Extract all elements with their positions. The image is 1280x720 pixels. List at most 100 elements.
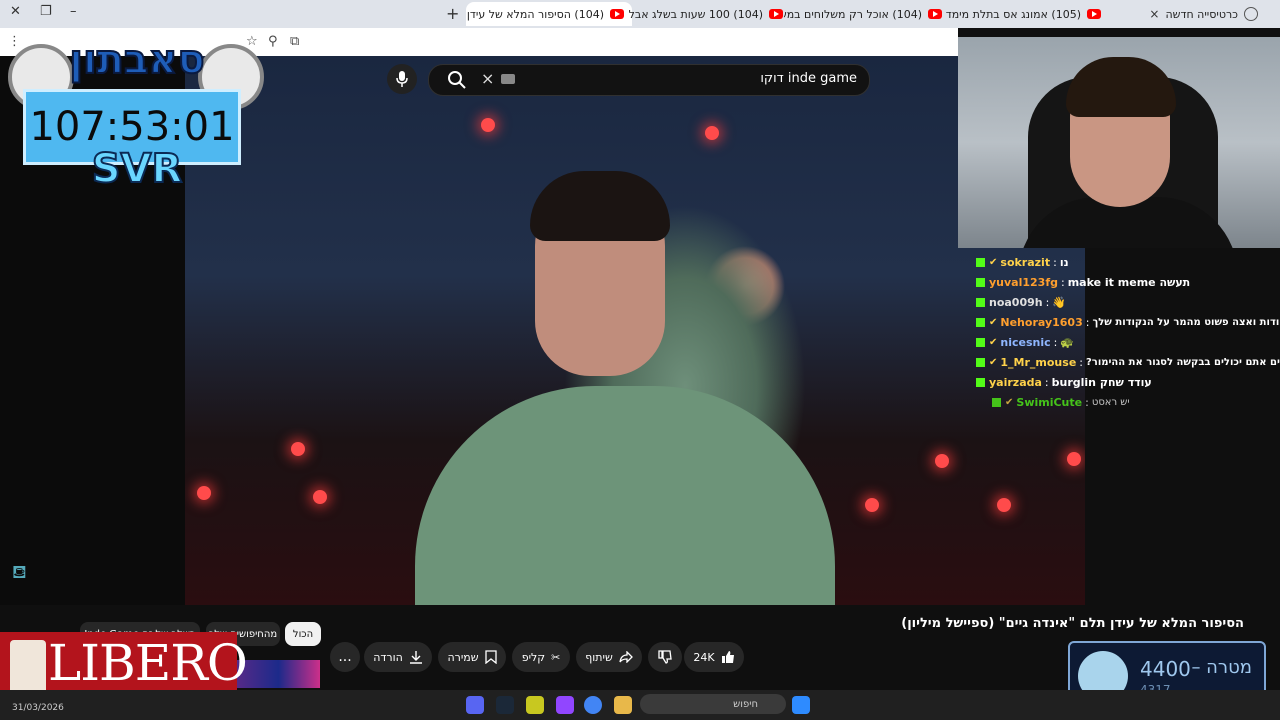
- tab-4[interactable]: (105) אמונג אס בתלת מימד זה ×: [943, 2, 1109, 26]
- download-button[interactable]: הורדה: [364, 642, 432, 672]
- badge-icon: ✔: [989, 316, 998, 328]
- more-actions-button[interactable]: ...: [330, 642, 360, 672]
- bookmark-icon: [484, 650, 497, 664]
- chrome-icon[interactable]: [584, 696, 602, 714]
- badge-icon: ✔: [989, 336, 998, 348]
- kick-icon: [976, 377, 985, 387]
- badge-icon: ✔: [989, 256, 998, 268]
- tab-title: (105) אמונג אס בתלת מימד זה: [943, 7, 1081, 21]
- twitch-icon[interactable]: [556, 696, 574, 714]
- globe-icon: [1244, 7, 1258, 21]
- stage-light: [291, 442, 305, 456]
- streamer-hair: [1066, 57, 1176, 117]
- chip-all[interactable]: הכול: [285, 622, 321, 646]
- share-button[interactable]: שיתוף: [576, 642, 642, 672]
- share-label: שיתוף: [585, 650, 613, 664]
- chat-text: 🐢: [1060, 335, 1075, 349]
- subathon-logo: סאבתון: [68, 36, 206, 84]
- browser-tab-bar: ✕ ❐ – + (104) הסיפור המלא של עידן תל × (…: [0, 0, 1280, 28]
- steam-icon[interactable]: [496, 696, 514, 714]
- tab-close-icon[interactable]: ×: [1149, 7, 1159, 21]
- goal-target: 4400: [1140, 657, 1191, 681]
- tab-1[interactable]: (104) הסיפור המלא של עידן תל ×: [466, 2, 632, 26]
- search-box[interactable]: inde game דוקו ×: [428, 64, 870, 96]
- stage-light: [935, 454, 949, 468]
- thumbs-up-icon: [721, 651, 734, 663]
- chat-username: SwimiCute: [1016, 395, 1083, 409]
- chat-username: 1_Mr_mouse: [1000, 355, 1077, 369]
- chat-username: Nehoray1603: [1000, 315, 1083, 329]
- chat-message: ✔ sokrazit : נו: [970, 252, 1280, 272]
- goal-label: מטרה –: [1191, 657, 1252, 678]
- chat-text: תעשה make it meme: [1067, 275, 1191, 289]
- extension-icon[interactable]: ⧉: [290, 34, 299, 49]
- close-window-icon[interactable]: ✕: [10, 4, 21, 19]
- search-icon[interactable]: [447, 70, 467, 90]
- youtube-icon: [1087, 9, 1101, 19]
- stage-light: [197, 486, 211, 500]
- chat-message: ✔ SwimiCute : יש ראסט: [970, 392, 1280, 412]
- stage-light: [1067, 452, 1081, 466]
- restore-window-icon[interactable]: ❐: [40, 4, 52, 19]
- tab-title: (104) 100 שעות בשלג אבל כל: [625, 7, 763, 21]
- clip-button[interactable]: ✂ קליפ: [512, 642, 570, 672]
- chat-message: yuval123fg : תעשה make it meme: [970, 272, 1280, 292]
- speaker-hair: [530, 171, 670, 241]
- discord-icon[interactable]: [466, 696, 484, 714]
- scissors-icon: ✂: [551, 650, 561, 664]
- like-button[interactable]: 24K: [684, 642, 744, 672]
- chat-username: noa009h: [989, 295, 1043, 309]
- windows-start-icon[interactable]: [792, 696, 810, 714]
- shopping-basket-icon[interactable]: ⛾: [12, 562, 36, 583]
- app-icon[interactable]: [526, 696, 544, 714]
- kick-icon: [976, 317, 985, 327]
- chat-message: ✔ nicesnic : 🐢: [970, 332, 1280, 352]
- download-icon: [409, 651, 422, 664]
- tab-2[interactable]: (104) 100 שעות בשלג אבל כל ×: [625, 2, 791, 26]
- chat-text: 👋: [1052, 295, 1067, 309]
- clear-search-icon[interactable]: ×: [481, 69, 494, 88]
- video-player[interactable]: [185, 56, 1085, 605]
- chat-text: מודים אתם יכולים בבקשה לסגור את ההימור?: [1086, 356, 1280, 368]
- search-input[interactable]: inde game דוקו: [760, 71, 857, 86]
- badge-icon: ✔: [1005, 396, 1014, 408]
- bookmark-star-icon[interactable]: ☆: [246, 34, 258, 49]
- kick-icon: [992, 397, 1001, 407]
- tab-5[interactable]: כרטיסייה חדשה ×: [1100, 2, 1266, 26]
- menu-dots-icon[interactable]: ⋮: [8, 34, 21, 49]
- chat-username: yairzada: [989, 375, 1042, 389]
- taskbar-search[interactable]: חיפוש: [640, 694, 786, 714]
- thumbs-down-icon: [658, 650, 672, 664]
- kick-icon: [976, 297, 985, 307]
- new-tab-button[interactable]: +: [446, 4, 459, 23]
- zoom-icon[interactable]: ⚲: [268, 34, 278, 49]
- chat-message: ✔ Nehoray1603 : מטה נקודות ואצה פשוט מהמ…: [970, 312, 1280, 332]
- streamer-webcam: [958, 37, 1280, 248]
- share-icon: [619, 651, 633, 663]
- tab-title: (104) הסיפור המלא של עידן תל: [466, 7, 604, 21]
- file-explorer-icon[interactable]: [614, 696, 632, 714]
- sponsor-brand: LIBERO: [48, 634, 248, 692]
- voice-search-button[interactable]: [387, 64, 417, 94]
- minimize-window-icon[interactable]: –: [70, 4, 77, 19]
- like-count: 24K: [693, 650, 715, 664]
- youtube-icon: [610, 9, 624, 19]
- stage-light: [481, 118, 495, 132]
- chat-username: nicesnic: [1000, 335, 1051, 349]
- video-thumbnail[interactable]: [237, 660, 320, 688]
- chat-text: מטה נקודות ואצה פשוט מהמר על הנקודות שלך: [1092, 316, 1280, 328]
- svr-logo: SVR: [91, 145, 184, 193]
- dislike-button[interactable]: [648, 642, 682, 672]
- chat-message: ✔ 1_Mr_mouse : מודים אתם יכולים בבקשה לס…: [970, 352, 1280, 372]
- chat-text: נו: [1059, 255, 1069, 269]
- keyboard-icon[interactable]: [501, 74, 515, 84]
- youtube-icon: [769, 9, 783, 19]
- kick-icon: [976, 357, 985, 367]
- speaker-shirt: [415, 386, 835, 605]
- save-button[interactable]: שמירה: [438, 642, 506, 672]
- video-title: הסיפור המלא של עידן תלם "אינדה גיים" (ספ…: [901, 616, 1244, 631]
- tab-3[interactable]: (104) אוכל רק משלוחים במשך ×: [784, 2, 950, 26]
- stage-light: [865, 498, 879, 512]
- save-label: שמירה: [447, 650, 479, 664]
- stage-light: [313, 490, 327, 504]
